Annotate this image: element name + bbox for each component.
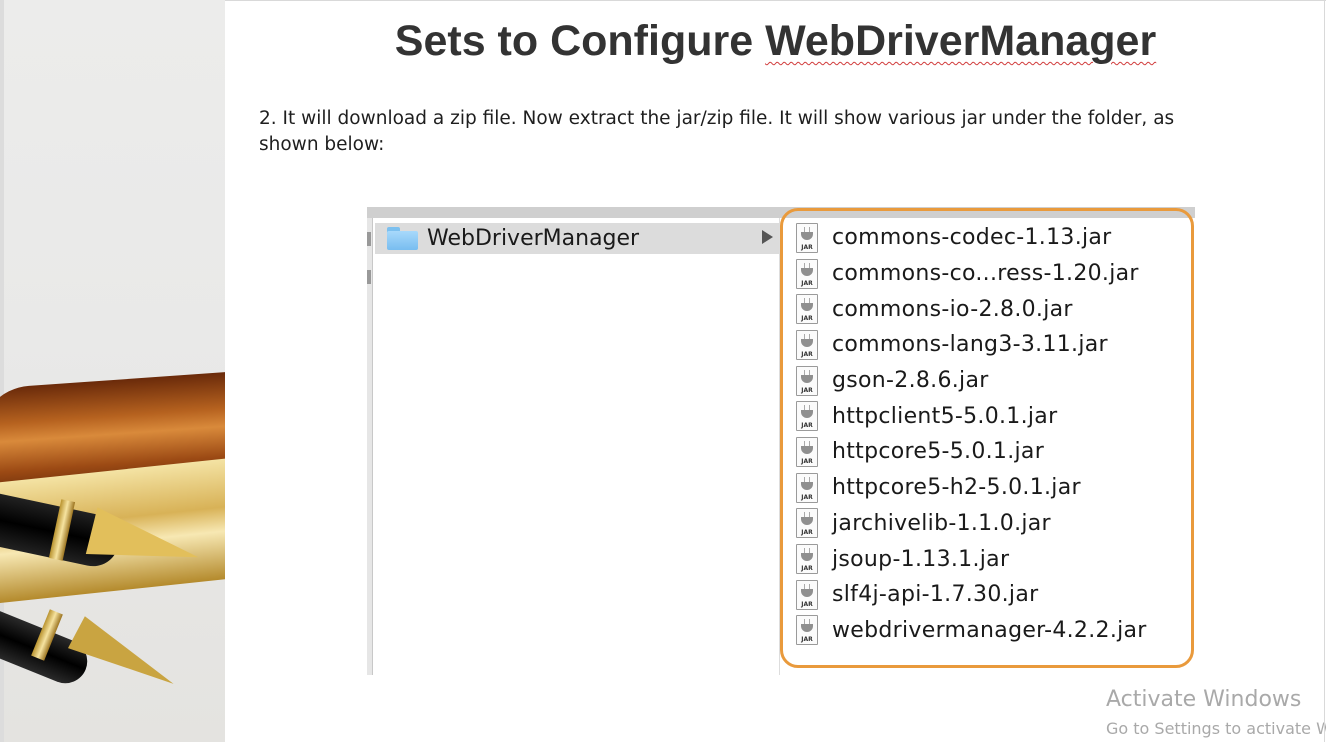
chevron-right-icon xyxy=(762,230,773,244)
slide-title-prefix: Sets to Configure xyxy=(394,17,766,65)
folder-icon xyxy=(387,227,418,250)
column-marker xyxy=(367,270,371,284)
slide-top-border xyxy=(225,0,1326,1)
column-marker xyxy=(367,232,371,246)
slide-title-highlight: WebDriverManager xyxy=(765,17,1157,65)
orange-highlight-box xyxy=(780,208,1194,668)
slide-body-text: 2. It will download a zip file. Now extr… xyxy=(259,108,1175,155)
activate-windows-title: Activate Windows xyxy=(1106,687,1302,712)
selected-folder-row[interactable]: WebDriverManager xyxy=(375,223,779,254)
finder-left-column xyxy=(367,218,373,675)
slide-title: Sets to Configure WebDriverManager xyxy=(225,17,1326,66)
selected-folder-label: WebDriverManager xyxy=(427,226,640,251)
decorative-pen-photo xyxy=(0,0,225,742)
slide-right-border xyxy=(1324,0,1325,742)
activate-windows-subtitle: Go to Settings to activate W xyxy=(1106,719,1326,738)
